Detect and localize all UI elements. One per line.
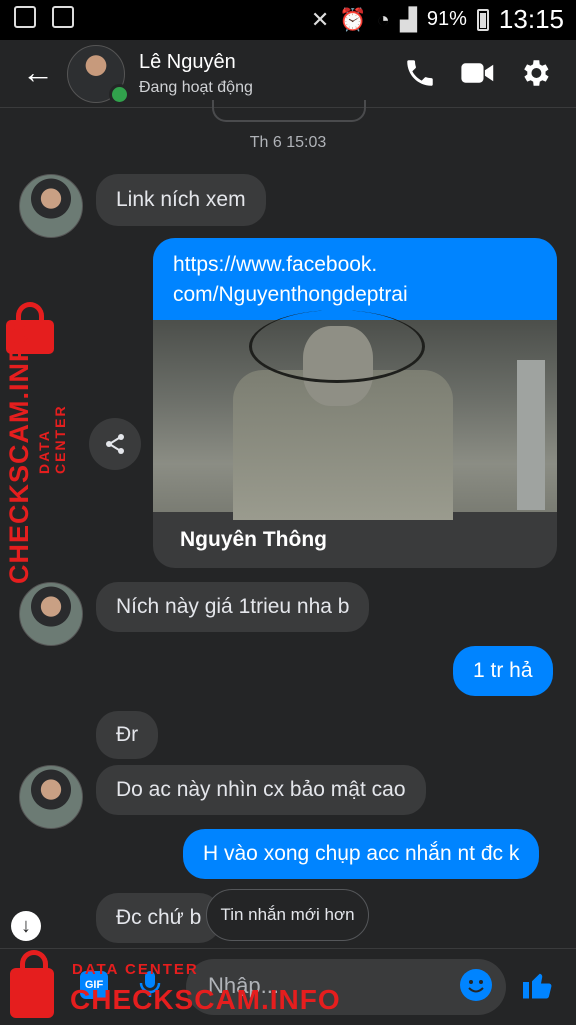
status-bar: ✕ ⏰ ◔ ▟ 91% 13:15: [0, 0, 576, 40]
message-timestamp: Th 6 15:03: [249, 134, 327, 151]
link-preview-title[interactable]: Nguyên Thông: [153, 512, 557, 568]
message-bubble-incoming[interactable]: Ních này giá 1trieu nha b: [96, 582, 370, 632]
link-url-line-2: com/Nguyenthongdeptrai: [173, 283, 408, 306]
chat-header: ← Lê Nguyên Đang hoạt động: [0, 40, 576, 108]
message-bubble-incoming[interactable]: Đc chứ b: [96, 893, 222, 943]
message-bubble-incoming[interactable]: Link ních xem: [96, 174, 266, 226]
watermark-bottom-subtext: DATA CENTER: [72, 961, 199, 978]
video-icon[interactable]: [460, 56, 496, 98]
gear-icon[interactable]: [518, 56, 552, 98]
screenshot-icon: [52, 6, 74, 28]
signal-icon: ▟: [399, 6, 417, 32]
watermark-side-subtext: DATA CENTER: [36, 404, 68, 474]
sender-avatar[interactable]: [19, 582, 83, 646]
back-arrow-icon[interactable]: ←: [22, 54, 54, 91]
message-bubble-outgoing[interactable]: H vào xong chụp acc nhắn nt đc k: [183, 829, 540, 879]
watermark-side-text: CHECKSCAM.INFO: [4, 322, 34, 585]
mute-icon: ✕: [310, 6, 330, 32]
newer-messages-button[interactable]: Tin nhắn mới hơn: [206, 889, 369, 941]
emoji-icon[interactable]: [460, 969, 492, 1001]
battery-icon: [476, 8, 489, 31]
link-preview-card[interactable]: https://www.facebook. com/Nguyenthongdep…: [153, 238, 557, 568]
link-url[interactable]: https://www.facebook. com/Nguyenthongdep…: [153, 238, 557, 320]
arrow-down-icon[interactable]: ↓: [11, 911, 41, 941]
battery-percent: 91%: [426, 8, 467, 30]
sender-avatar[interactable]: [19, 174, 83, 238]
online-indicator: [109, 84, 130, 105]
link-preview-image[interactable]: [153, 310, 557, 520]
phone-icon[interactable]: [403, 56, 437, 98]
watermark-bottom-lock-icon: [10, 950, 54, 1018]
gallery-icon: [14, 6, 36, 28]
contact-status: Đang hoạt động: [139, 79, 253, 96]
contact-name[interactable]: Lê Nguyên: [139, 51, 236, 74]
like-icon[interactable]: [520, 967, 556, 1012]
wifi-icon: ◔: [376, 6, 390, 32]
sender-avatar[interactable]: [19, 765, 83, 829]
share-icon[interactable]: [89, 418, 141, 470]
status-right: ✕ ⏰ ◔ ▟ 91% 13:15: [311, 4, 564, 35]
message-bubble-outgoing[interactable]: 1 tr hả: [453, 646, 553, 696]
notification-icons: [14, 6, 74, 28]
message-bubble-incoming[interactable]: Đr: [96, 711, 159, 759]
link-url-line-1: https://www.facebook.: [173, 253, 378, 276]
watermark-bottom-text: CHECKSCAM.INFO: [70, 984, 341, 1015]
message-bubble-incoming[interactable]: Do ac này nhìn cx bảo mật cao: [96, 765, 426, 815]
previous-bubble-edge: [212, 100, 366, 122]
clock: 13:15: [498, 4, 564, 34]
alarm-icon: ⏰: [339, 6, 367, 32]
